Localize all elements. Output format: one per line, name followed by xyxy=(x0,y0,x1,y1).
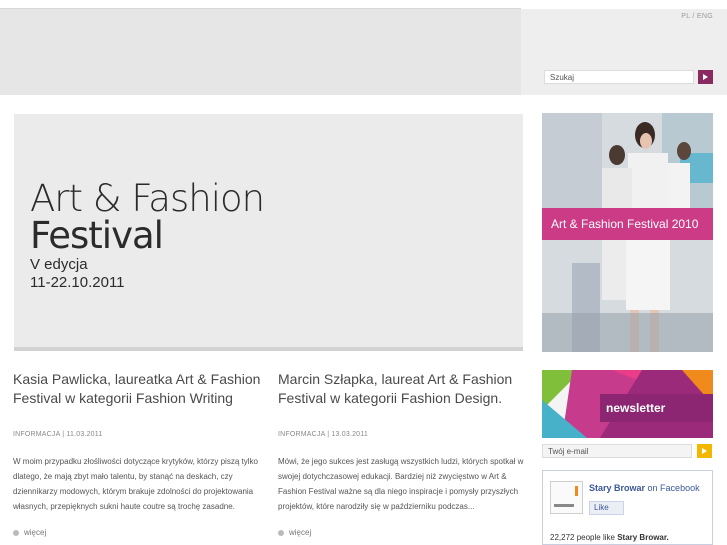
like-count-text: 22,272 people like xyxy=(550,533,615,542)
article-meta: INFORMACJA | 11.03.2011 xyxy=(13,431,103,438)
article-title[interactable]: Marcin Szłapka, laureat Art & Fashion Fe… xyxy=(278,370,528,408)
lang-eng-link[interactable]: ENG xyxy=(697,13,713,20)
arrow-right-icon xyxy=(702,448,707,454)
lang-pl-link[interactable]: PL xyxy=(681,13,690,20)
more-link-label: więcej xyxy=(24,528,47,537)
hero-bottom-bar xyxy=(14,347,523,351)
facebook-on-label: on Facebook xyxy=(647,483,700,493)
arrow-right-icon xyxy=(703,74,708,80)
promo-label: Art & Fashion Festival 2010 xyxy=(551,217,699,231)
promo-banner[interactable]: Art & Fashion Festival 2010 xyxy=(542,113,713,352)
article-excerpt: Mówi, że jego sukces jest zasługą wszyst… xyxy=(278,457,524,511)
like-label: Like xyxy=(594,503,609,512)
bullet-icon xyxy=(13,529,19,536)
search-input[interactable]: Szukaj xyxy=(544,70,694,84)
facebook-page-link[interactable]: Stary Browar xyxy=(589,483,645,493)
header-right-tab xyxy=(521,0,727,9)
facebook-widget: Stary Browar on Facebook Like 22,272 peo… xyxy=(542,470,713,545)
article-excerpt: W moim przypadku złośliwości dotyczące k… xyxy=(13,457,258,511)
newsletter-submit-button[interactable] xyxy=(697,444,712,458)
article-meta: INFORMACJA | 13.03.2011 xyxy=(278,431,368,438)
hero-title-line1: Art & Fashion xyxy=(30,177,265,220)
hero-banner[interactable]: Art & Fashion Festival V edycja 11-22.10… xyxy=(14,114,523,348)
stary-browar-logo-icon xyxy=(551,482,582,513)
facebook-like-count: 22,272 people like Stary Browar. xyxy=(550,533,669,542)
bullet-icon xyxy=(278,529,284,536)
language-switcher: PL / ENG xyxy=(681,13,713,20)
more-link[interactable]: więcej xyxy=(278,528,311,537)
facebook-like-button[interactable]: Like xyxy=(589,501,624,515)
search-button[interactable] xyxy=(698,70,713,84)
lang-separator: / xyxy=(692,13,695,20)
like-count-page-link[interactable]: Stary Browar. xyxy=(617,533,669,542)
header-topbar xyxy=(0,0,522,9)
newsletter-label: newsletter xyxy=(606,401,666,415)
more-link[interactable]: więcej xyxy=(13,528,46,537)
hero-edition: V edycja xyxy=(30,256,88,273)
article-title[interactable]: Kasia Pawlicka, laureatka Art & Fashion … xyxy=(13,370,263,408)
hero-dates: 11-22.10.2011 xyxy=(30,274,125,291)
facebook-avatar[interactable] xyxy=(550,481,583,514)
more-link-label: więcej xyxy=(289,528,312,537)
newsletter-banner[interactable]: newsletter xyxy=(542,370,713,438)
email-field[interactable]: Twój e-mail xyxy=(542,444,692,458)
hero-title-line2: Festival xyxy=(30,214,164,257)
